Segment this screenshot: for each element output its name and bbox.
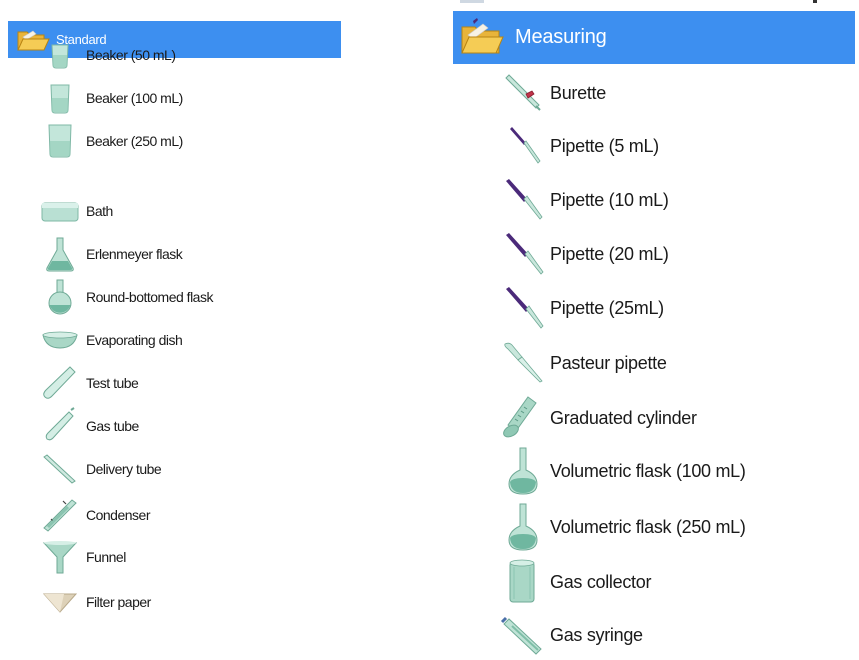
standard-category-panel: Standard Beaker (50 mL) Beaker (100 mL) … [0,0,345,654]
pipette-icon [506,179,543,220]
tool-item-pipette-20ml[interactable]: Pipette (20 mL) [498,229,669,279]
tool-item-beaker-50ml[interactable]: Beaker (50 mL) [40,35,176,75]
burette-icon [505,74,541,111]
tool-item-beaker-250ml[interactable]: Beaker (250 mL) [40,121,183,161]
tool-item-label: Pasteur pipette [550,352,667,373]
tool-item-graduated-cylinder[interactable]: Graduated cylinder [498,393,697,443]
pipette-icon [506,287,544,329]
tool-item-label: Filter paper [86,594,151,610]
tool-item-pipette-10ml[interactable]: Pipette (10 mL) [498,175,669,225]
tool-item-label: Bath [86,203,113,219]
tool-item-funnel[interactable]: Funnel [40,537,126,577]
tool-item-label: Volumetric flask (100 mL) [550,460,746,481]
tool-item-label: Funnel [86,549,126,565]
pipette-icon [510,127,541,164]
tool-item-label: Gas collector [550,571,652,592]
decoration-dot [813,0,817,3]
tool-item-label: Burette [550,82,606,103]
tool-item-label: Condenser [86,507,151,523]
tool-item-delivery-tube[interactable]: Delivery tube [40,449,162,489]
tool-item-label: Pipette (20 mL) [550,243,669,264]
tool-item-pipette-5ml[interactable]: Pipette (5 mL) [498,121,659,171]
gas-syringe-icon [500,616,542,655]
round-bottomed-flask-icon [48,279,72,315]
tool-item-label: Evaporating dish [86,332,183,348]
tool-item-filter-paper[interactable]: Filter paper [40,582,151,622]
tool-item-bath[interactable]: Bath [40,191,113,231]
filter-paper-icon [42,593,78,613]
tool-item-gas-collector[interactable]: Gas collector [498,557,651,607]
tool-item-pasteur-pipette[interactable]: Pasteur pipette [498,338,667,388]
bath-icon [41,202,79,222]
category-header-label: Measuring [515,26,607,48]
pipette-icon [506,233,544,275]
tool-item-condenser[interactable]: Condenser [40,495,151,535]
delivery-tube-icon [43,454,76,484]
tool-item-gas-syringe[interactable]: Gas syringe [498,610,643,660]
category-header-measuring[interactable]: Measuring [453,11,855,64]
tool-item-volumetric-flask-250ml[interactable]: Volumetric flask (250 mL) [498,502,746,552]
tool-item-label: Test tube [86,375,139,391]
gas-tube-icon [45,407,75,441]
tool-item-erlenmeyer-flask[interactable]: Erlenmeyer flask [40,234,183,274]
tool-item-label: Gas syringe [550,624,643,645]
tool-item-label: Round-bottomed flask [86,289,213,305]
tool-item-burette[interactable]: Burette [498,68,606,118]
condenser-icon [43,499,77,532]
volumetric-flask-icon [508,447,538,495]
tool-item-label: Beaker (250 mL) [86,133,183,149]
tool-item-label: Beaker (100 mL) [86,90,183,106]
tool-item-test-tube[interactable]: Test tube [40,363,139,403]
tool-item-label: Volumetric flask (250 mL) [550,516,746,537]
evaporating-dish-icon [42,331,78,349]
folder-open-icon [461,17,504,53]
tool-item-pipette-25ml[interactable]: Pipette (25mL) [498,283,664,333]
tool-item-label: Pipette (25mL) [550,297,664,318]
beaker-medium-icon [50,84,70,114]
tool-item-label: Gas tube [86,418,139,434]
graduated-cylinder-icon [503,396,537,438]
tool-item-volumetric-flask-100ml[interactable]: Volumetric flask (100 mL) [498,446,746,496]
tool-item-label: Delivery tube [86,461,162,477]
tool-item-label: Erlenmeyer flask [86,246,183,262]
tool-item-label: Pipette (10 mL) [550,189,669,210]
beaker-large-icon [48,124,72,158]
tool-item-evaporating-dish[interactable]: Evaporating dish [40,320,183,360]
gas-collector-icon [509,559,535,603]
tool-item-gas-tube[interactable]: Gas tube [40,406,139,446]
beaker-small-icon [51,44,69,69]
test-tube-icon [43,366,76,399]
tool-item-label: Graduated cylinder [550,407,697,428]
tool-item-label: Beaker (50 mL) [86,47,176,63]
pasteur-pipette-icon [504,342,543,383]
measuring-category-panel: Measuring Burette Pipette (5 mL) Pipette… [450,0,859,655]
tool-item-round-bottomed-flask[interactable]: Round-bottomed flask [40,277,213,317]
volumetric-flask-icon [508,503,538,551]
funnel-icon [42,541,78,574]
erlenmeyer-flask-icon [46,237,74,272]
tool-item-label: Pipette (5 mL) [550,135,659,156]
tool-item-beaker-100ml[interactable]: Beaker (100 mL) [40,78,183,118]
